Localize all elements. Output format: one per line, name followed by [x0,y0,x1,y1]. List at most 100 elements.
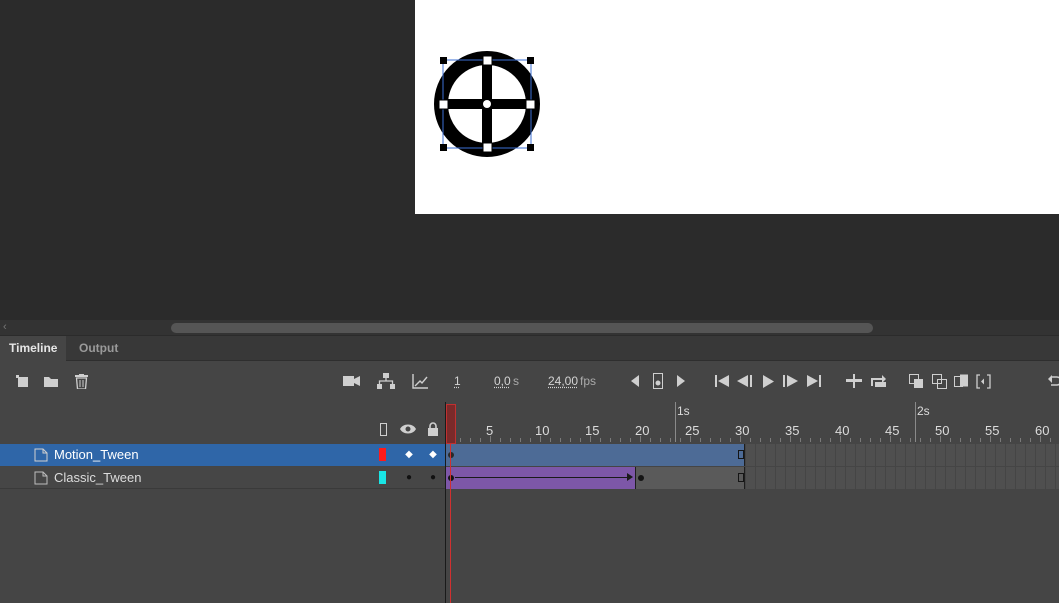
onion-skin-outlines-icon[interactable] [930,372,948,390]
modify-markers-icon[interactable] [974,372,992,390]
previous-keyframe-icon[interactable] [626,372,644,390]
step-forward-icon[interactable] [781,372,799,390]
frame-ruler[interactable]: 1s 2s 1 5 10 15 20 25 30 35 40 45 50 55 … [446,402,1059,444]
keyframe[interactable] [638,475,644,481]
next-keyframe-icon[interactable] [672,372,690,390]
ruler-frame-tick [1010,438,1011,442]
ruler-frame-tick [880,438,881,442]
lock-toggle[interactable]: ◆ [428,444,438,466]
frame-number: 40 [835,423,850,438]
ruler-frame-tick [770,438,771,442]
trash-icon[interactable] [72,372,90,390]
frame-number: 30 [735,423,750,438]
frame-number: 5 [486,423,494,438]
ruler-frame-tick [760,438,761,442]
fps-field[interactable]: 24,00 [548,372,578,390]
ruler-frame-tick [980,438,981,442]
tween-end-frame[interactable] [738,450,744,459]
edit-multiple-frames-icon[interactable] [952,372,970,390]
loop-icon[interactable] [869,372,887,390]
end-frame[interactable] [738,473,744,482]
pasteboard[interactable] [0,0,1059,320]
layer-name[interactable]: Classic_Tween [54,467,141,489]
empty-frames[interactable] [746,467,1059,489]
frame-number: 45 [885,423,900,438]
insert-keyframe-icon[interactable] [649,372,667,390]
outline-icon[interactable] [375,421,391,437]
go-to-first-frame-icon[interactable] [713,372,731,390]
timeline-panel: Timeline Output 1 0,0 s 24,00 fps Motion… [0,336,1059,603]
ruler-frame-tick [460,438,461,442]
eye-icon[interactable] [400,421,416,437]
lock-icon[interactable] [425,421,441,437]
new-folder-icon[interactable] [42,372,60,390]
ruler-frame-tick [900,438,901,442]
layer-outline-color[interactable] [379,448,386,461]
center-frame-icon[interactable] [845,372,863,390]
panel-tab-bar: Timeline Output [0,336,1059,361]
tab-timeline[interactable]: Timeline [0,336,67,361]
current-time-field[interactable]: 0,0 [494,372,511,390]
ruler-frame-tick [520,438,521,442]
motion-tween-span[interactable] [446,444,745,466]
ruler-frame-tick [720,438,721,442]
ruler-frame-tick [700,438,701,442]
layer-page-icon [34,471,48,485]
ruler-frame-tick [550,438,551,442]
camera-icon[interactable] [342,372,360,390]
ruler-frame-tick [500,438,501,442]
playhead-handle[interactable] [446,404,456,444]
ruler-frame-tick [1050,438,1051,442]
frame-number: 60 [1035,423,1050,438]
ruler-frame-tick [560,438,561,442]
frame-number: 50 [935,423,950,438]
ruler-frame-tick [750,438,751,442]
ruler-frame-tick [820,438,821,442]
ruler-frame-tick [480,438,481,442]
classic-tween-span[interactable] [446,467,636,489]
ruler-frame-tick [850,438,851,442]
go-to-last-frame-icon[interactable] [805,372,823,390]
ruler-frame-tick [680,438,681,442]
time-unit-label: s [513,374,519,388]
current-frame-field[interactable]: 1 [454,372,461,390]
frames-area[interactable] [446,444,1059,603]
step-back-icon[interactable] [736,372,754,390]
visibility-toggle[interactable]: ◆ [404,444,414,466]
second-label: 2s [917,404,930,418]
frame-number: 15 [585,423,600,438]
layer-parenting-icon[interactable] [377,372,395,390]
undo-icon[interactable] [1045,372,1059,390]
stage-horizontal-scrollbar[interactable]: ‹ [0,320,1059,335]
tab-output[interactable]: Output [70,336,127,361]
empty-frames[interactable] [746,444,1059,466]
ruler-frame-tick [710,438,711,442]
layer-name[interactable]: Motion_Tween [54,444,139,466]
ruler-frame-tick [670,438,671,442]
graph-icon[interactable] [411,372,429,390]
ruler-frame-tick [650,438,651,442]
lock-toggle[interactable]: ● [428,467,438,489]
frame-number: 10 [535,423,550,438]
onion-skin-icon[interactable] [907,372,925,390]
layer-outline-color[interactable] [379,471,386,484]
animate-workspace: ‹ Timeline Output 1 0,0 s 24,00 fps Moti… [0,0,1059,603]
scroll-left-icon[interactable]: ‹ [3,320,13,335]
scrollbar-thumb[interactable] [171,323,873,333]
visibility-toggle[interactable]: ● [404,467,414,489]
ruler-frame-tick [960,438,961,442]
new-layer-icon[interactable] [13,372,31,390]
static-frames-span[interactable] [636,467,745,489]
selected-crosshair-symbol[interactable] [433,50,541,158]
keyframe[interactable] [448,475,454,481]
ruler-frame-tick [1000,438,1001,442]
layer-row-classic-tween[interactable]: Classic_Tween ● ● [0,467,445,489]
play-icon[interactable] [759,372,777,390]
playhead-line[interactable] [450,444,451,603]
layer-row-motion-tween[interactable]: Motion_Tween ◆ ◆ [0,444,445,466]
frame-number: 20 [635,423,650,438]
ruler-frame-tick [860,438,861,442]
ruler-frame-tick [970,438,971,442]
ruler-frame-tick [1030,438,1031,442]
keyframe[interactable] [448,452,454,458]
